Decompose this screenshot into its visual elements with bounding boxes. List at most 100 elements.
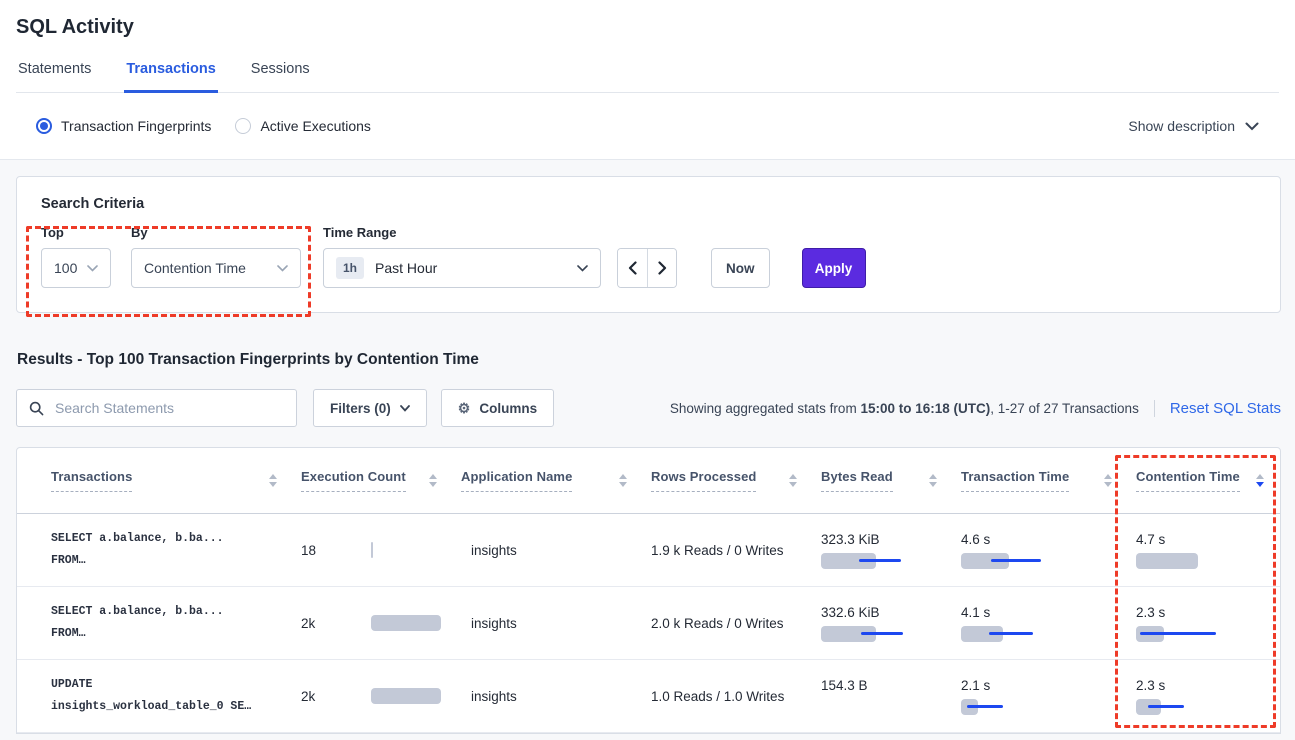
top-select[interactable]: 100 bbox=[41, 248, 111, 288]
execution-count-bar bbox=[371, 688, 441, 704]
column-header-execution-count[interactable]: Execution Count bbox=[301, 469, 461, 492]
execution-count-bar bbox=[371, 615, 441, 631]
rows-processed-value: 1.9 k Reads / 0 Writes bbox=[651, 543, 821, 558]
next-time-button[interactable] bbox=[647, 249, 676, 287]
transactions-table: Transactions Execution Count Application… bbox=[16, 447, 1281, 734]
column-header-application-name[interactable]: Application Name bbox=[461, 469, 651, 492]
time-range-badge: 1h bbox=[336, 257, 364, 279]
radio-label: Transaction Fingerprints bbox=[61, 118, 211, 134]
transaction-time-bar bbox=[961, 553, 1056, 569]
radio-label: Active Executions bbox=[260, 118, 371, 134]
contention-time-cell: 2.3 s bbox=[1136, 605, 1268, 642]
top-label: Top bbox=[41, 225, 111, 240]
chevron-right-icon bbox=[658, 261, 667, 275]
chevron-down-icon bbox=[1245, 122, 1259, 131]
time-nav-buttons bbox=[617, 248, 677, 288]
results-heading: Results - Top 100 Transaction Fingerprin… bbox=[17, 351, 1281, 369]
sort-icon[interactable] bbox=[619, 474, 627, 487]
gear-icon: ⚙ bbox=[458, 401, 471, 415]
bytes-read-bar bbox=[821, 626, 916, 642]
table-row[interactable]: SELECT a.balance, b.ba...FROM… 2k insigh… bbox=[17, 587, 1280, 660]
chevron-down-icon bbox=[577, 265, 588, 272]
bytes-read-cell: 154.3 B bbox=[821, 678, 961, 715]
tab-sessions[interactable]: Sessions bbox=[249, 61, 312, 92]
bytes-read-cell: 323.3 KiB bbox=[821, 532, 961, 569]
time-range-label: Time Range bbox=[323, 225, 601, 240]
column-header-contention-time[interactable]: Contention Time bbox=[1136, 469, 1268, 492]
application-name-value: insights bbox=[461, 543, 651, 558]
sort-icon[interactable] bbox=[929, 474, 937, 487]
column-header-transaction-time[interactable]: Transaction Time bbox=[961, 469, 1136, 492]
rows-processed-value: 2.0 k Reads / 0 Writes bbox=[651, 616, 821, 631]
application-name-value: insights bbox=[461, 616, 651, 631]
contention-time-bar bbox=[1136, 699, 1231, 715]
sort-icon[interactable] bbox=[429, 474, 437, 487]
column-header-rows-processed[interactable]: Rows Processed bbox=[651, 469, 821, 492]
tab-statements[interactable]: Statements bbox=[16, 61, 93, 92]
search-statements-box[interactable] bbox=[16, 389, 297, 427]
transaction-fingerprint-link[interactable]: SELECT a.balance, b.ba...FROM… bbox=[51, 528, 301, 573]
chevron-down-icon bbox=[277, 265, 288, 272]
columns-label: Columns bbox=[479, 401, 537, 416]
tab-transactions[interactable]: Transactions bbox=[124, 61, 217, 93]
chevron-down-icon bbox=[87, 265, 98, 272]
content-area: Search Criteria Top 100 By Contention Ti… bbox=[0, 160, 1295, 740]
columns-button[interactable]: ⚙ Columns bbox=[441, 389, 554, 427]
prev-time-button[interactable] bbox=[618, 249, 647, 287]
bytes-read-bar bbox=[821, 553, 916, 569]
stats-summary: Showing aggregated stats from 15:00 to 1… bbox=[670, 401, 1139, 416]
reset-sql-stats-link[interactable]: Reset SQL Stats bbox=[1154, 400, 1281, 417]
contention-time-cell: 2.3 s bbox=[1136, 678, 1268, 715]
transaction-time-cell: 2.1 s bbox=[961, 678, 1136, 715]
by-label: By bbox=[131, 225, 301, 240]
now-button[interactable]: Now bbox=[711, 248, 770, 288]
search-icon bbox=[29, 401, 44, 416]
execution-count-value: 18 bbox=[301, 543, 357, 558]
radio-unselected-icon[interactable] bbox=[235, 118, 251, 134]
show-description-label: Show description bbox=[1128, 118, 1235, 134]
radio-transaction-fingerprints[interactable]: Transaction Fingerprints bbox=[36, 118, 211, 134]
contention-time-bar bbox=[1136, 553, 1231, 569]
chevron-down-icon bbox=[400, 405, 410, 412]
radio-active-executions[interactable]: Active Executions bbox=[235, 118, 371, 134]
filters-label: Filters (0) bbox=[330, 401, 391, 416]
tab-bar: Statements Transactions Sessions bbox=[16, 61, 1279, 93]
chevron-left-icon bbox=[628, 261, 637, 275]
transaction-time-bar bbox=[961, 699, 1056, 715]
search-input[interactable] bbox=[53, 399, 284, 417]
transaction-time-cell: 4.6 s bbox=[961, 532, 1136, 569]
view-toggle-bar: Transaction Fingerprints Active Executio… bbox=[0, 93, 1295, 160]
show-description-toggle[interactable]: Show description bbox=[1128, 118, 1259, 134]
table-row[interactable]: SELECT a.balance, b.ba...FROM… 18 insigh… bbox=[17, 514, 1280, 587]
contention-time-cell: 4.7 s bbox=[1136, 532, 1268, 569]
table-row[interactable]: UPDATEinsights_workload_table_0 SE… 2k i… bbox=[17, 660, 1280, 733]
search-criteria-title: Search Criteria bbox=[41, 196, 1256, 212]
search-criteria-panel: Search Criteria Top 100 By Contention Ti… bbox=[16, 176, 1281, 313]
sort-icon[interactable] bbox=[1104, 474, 1112, 487]
execution-count-value: 2k bbox=[301, 689, 357, 704]
bytes-read-bar bbox=[821, 699, 916, 715]
transaction-fingerprint-link[interactable]: UPDATEinsights_workload_table_0 SE… bbox=[51, 674, 301, 719]
filters-button[interactable]: Filters (0) bbox=[313, 389, 427, 427]
rows-processed-value: 1.0 Reads / 1.0 Writes bbox=[651, 689, 821, 704]
radio-selected-icon[interactable] bbox=[36, 118, 52, 134]
sort-icon[interactable] bbox=[789, 474, 797, 487]
table-header-row: Transactions Execution Count Application… bbox=[17, 448, 1280, 514]
column-header-transactions[interactable]: Transactions bbox=[51, 469, 301, 492]
column-header-bytes-read[interactable]: Bytes Read bbox=[821, 469, 961, 492]
execution-count-value: 2k bbox=[301, 616, 357, 631]
contention-time-bar bbox=[1136, 626, 1231, 642]
time-range-value: Past Hour bbox=[375, 260, 577, 276]
application-name-value: insights bbox=[461, 689, 651, 704]
by-select-value: Contention Time bbox=[144, 260, 246, 276]
sort-icon-descending[interactable] bbox=[1256, 474, 1264, 487]
sort-icon[interactable] bbox=[269, 474, 277, 487]
bytes-read-cell: 332.6 KiB bbox=[821, 605, 961, 642]
transaction-fingerprint-link[interactable]: SELECT a.balance, b.ba...FROM… bbox=[51, 601, 301, 646]
transaction-time-cell: 4.1 s bbox=[961, 605, 1136, 642]
by-select[interactable]: Contention Time bbox=[131, 248, 301, 288]
top-select-value: 100 bbox=[54, 260, 77, 276]
transaction-time-bar bbox=[961, 626, 1056, 642]
time-range-select[interactable]: 1h Past Hour bbox=[323, 248, 601, 288]
apply-button[interactable]: Apply bbox=[802, 248, 866, 288]
